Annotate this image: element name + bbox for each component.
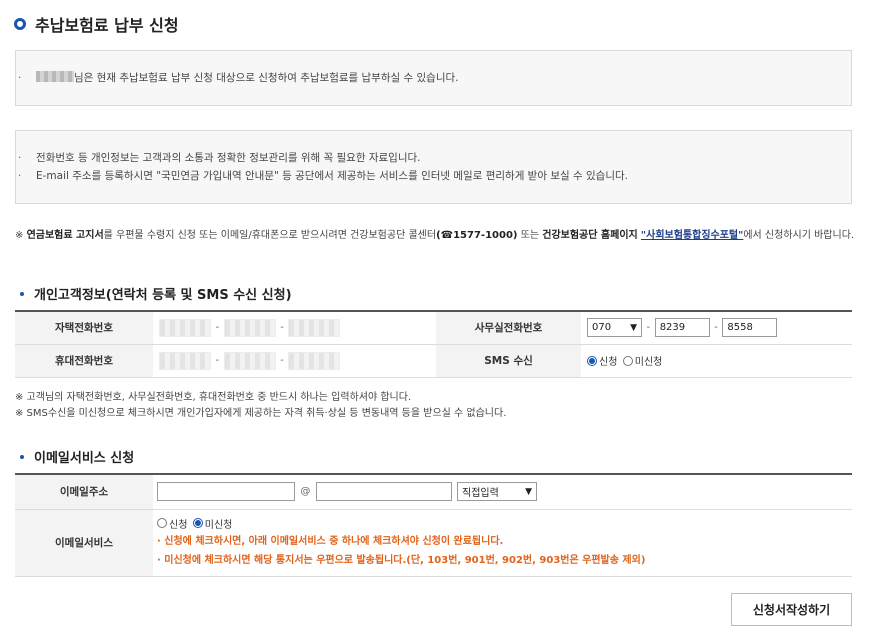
dash-separator: - [280, 355, 284, 366]
contact-note: ※ 고객님의 자택전화번호, 사무실전화번호, 휴대전화번호 중 반드시 하나는… [15, 392, 412, 403]
office-phone-area-select[interactable]: 070 ▼ [587, 318, 642, 338]
bullet-icon [20, 454, 24, 459]
sms-options: 신청 미신청 [581, 344, 852, 378]
email-note: · 미신청에 체크하시면 해당 통지서는 우편으로 발송됩니다.(단, 103번… [157, 554, 646, 566]
sms-decline-radio[interactable]: 미신청 [622, 353, 662, 368]
email-domain-select[interactable]: 직접입력 ▼ [457, 482, 538, 502]
bullet-icon [20, 291, 24, 296]
email-note: · 신청에 체크하시면, 아래 이메일서비스 중 하나에 체크하셔야 신청이 완… [157, 535, 504, 547]
page-title-text: 추납보험료 납부 신청 [35, 16, 179, 35]
at-sign: @ [300, 486, 311, 498]
radio-checked-icon [587, 355, 597, 366]
mobile-phone-fields: - - [153, 344, 436, 378]
bill-notice: ※ 연금보험료 고지서를 우편물 수령지 신청 또는 이메일/휴대폰으로 받으시… [15, 230, 855, 241]
email-section-title: 이메일서비스 신청 [20, 447, 134, 466]
sms-apply-radio[interactable]: 신청 [587, 353, 617, 368]
home-phone-mid-input[interactable] [223, 318, 276, 337]
table-row: 이메일서비스 신청 미신청 · 신청에 체크하시면, 아래 이메일서비스 중 하… [15, 509, 852, 577]
privacy-item: 전화번호 등 개인정보는 고객과의 소통과 정확한 정보관리를 위해 꼭 필요한… [16, 149, 851, 167]
contact-notes: ※ 고객님의 자택전화번호, 사무실전화번호, 휴대전화번호 중 반드시 하나는… [15, 390, 506, 422]
home-phone-label: 자택전화번호 [15, 311, 153, 345]
dash-separator: - [646, 322, 651, 334]
table-row: 휴대전화번호 - - SMS 수신 신청 미신청 [15, 344, 852, 378]
email-address-label: 이메일주소 [15, 474, 153, 510]
ring-bullet-icon [14, 18, 26, 30]
office-phone-last-input[interactable]: 8558 [722, 318, 778, 338]
email-apply-radio[interactable]: 신청 [157, 516, 187, 531]
page-title: 추납보험료 납부 신청 [14, 12, 179, 36]
table-row: 자택전화번호 - - 사무실전화번호 070 ▼ - 8239 - 8558 [15, 311, 852, 345]
privacy-info-box: 전화번호 등 개인정보는 고객과의 소통과 정확한 정보관리를 위해 꼭 필요한… [15, 130, 852, 204]
email-address-fields: @ 직접입력 ▼ [153, 474, 852, 510]
office-phone-label: 사무실전화번호 [436, 311, 581, 345]
contact-table: 자택전화번호 - - 사무실전화번호 070 ▼ - 8239 - 8558 휴대… [15, 310, 852, 378]
office-phone-mid-input[interactable]: 8239 [654, 318, 710, 338]
office-phone-fields: 070 ▼ - 8239 - 8558 [581, 311, 852, 345]
home-phone-area-input[interactable] [159, 318, 211, 337]
email-domain-input[interactable] [315, 482, 452, 502]
chevron-down-icon: ▼ [525, 486, 533, 497]
masked-customer-name [36, 71, 74, 82]
home-phone-fields: - - [153, 311, 436, 345]
mobile-phone-label: 휴대전화번호 [15, 344, 153, 378]
chevron-down-icon: ▼ [630, 322, 637, 333]
dash-separator: - [280, 322, 284, 334]
eligibility-box: 님은 현재 추납보험료 납부 신청 대상으로 신청하여 추납보험료를 납부하실 … [15, 50, 852, 106]
mobile-phone-last-input[interactable] [288, 351, 341, 370]
table-row: 이메일주소 @ 직접입력 ▼ [15, 474, 852, 510]
radio-unchecked-icon [622, 355, 633, 366]
dash-separator: - [714, 322, 718, 334]
mobile-phone-prefix-input[interactable] [159, 351, 211, 370]
email-service-label: 이메일서비스 [15, 509, 153, 577]
dash-separator: - [215, 322, 220, 334]
submit-application-button[interactable]: 신청서작성하기 [731, 593, 852, 626]
social-insurance-portal-link[interactable]: "사회보험통합징수포털" [641, 230, 743, 241]
radio-unchecked-icon [157, 518, 167, 528]
privacy-item: E-mail 주소를 등록하시면 "국민연금 가입내역 안내문" 등 공단에서 … [16, 167, 851, 185]
contact-note: ※ SMS수신을 미신청으로 체크하시면 개인가입자에게 제공하는 자격 취득·… [15, 408, 507, 419]
email-local-input[interactable] [157, 482, 295, 502]
contact-section-title: 개인고객정보(연락처 등록 및 SMS 수신 신청) [20, 284, 292, 303]
mobile-phone-mid-input[interactable] [223, 351, 276, 370]
email-decline-radio[interactable]: 미신청 [192, 516, 232, 531]
radio-checked-icon [192, 518, 203, 528]
sms-label: SMS 수신 [436, 344, 581, 378]
email-table: 이메일주소 @ 직접입력 ▼ 이메일서비스 신청 미신청 · 신청에 체크하시면,… [15, 473, 852, 577]
eligibility-message: 님은 현재 추납보험료 납부 신청 대상으로 신청하여 추납보험료를 납부하실 … [16, 69, 851, 87]
email-service-options: 신청 미신청 · 신청에 체크하시면, 아래 이메일서비스 중 하나에 체크하셔… [153, 509, 852, 577]
home-phone-last-input[interactable] [288, 318, 341, 337]
dash-separator: - [215, 355, 220, 366]
